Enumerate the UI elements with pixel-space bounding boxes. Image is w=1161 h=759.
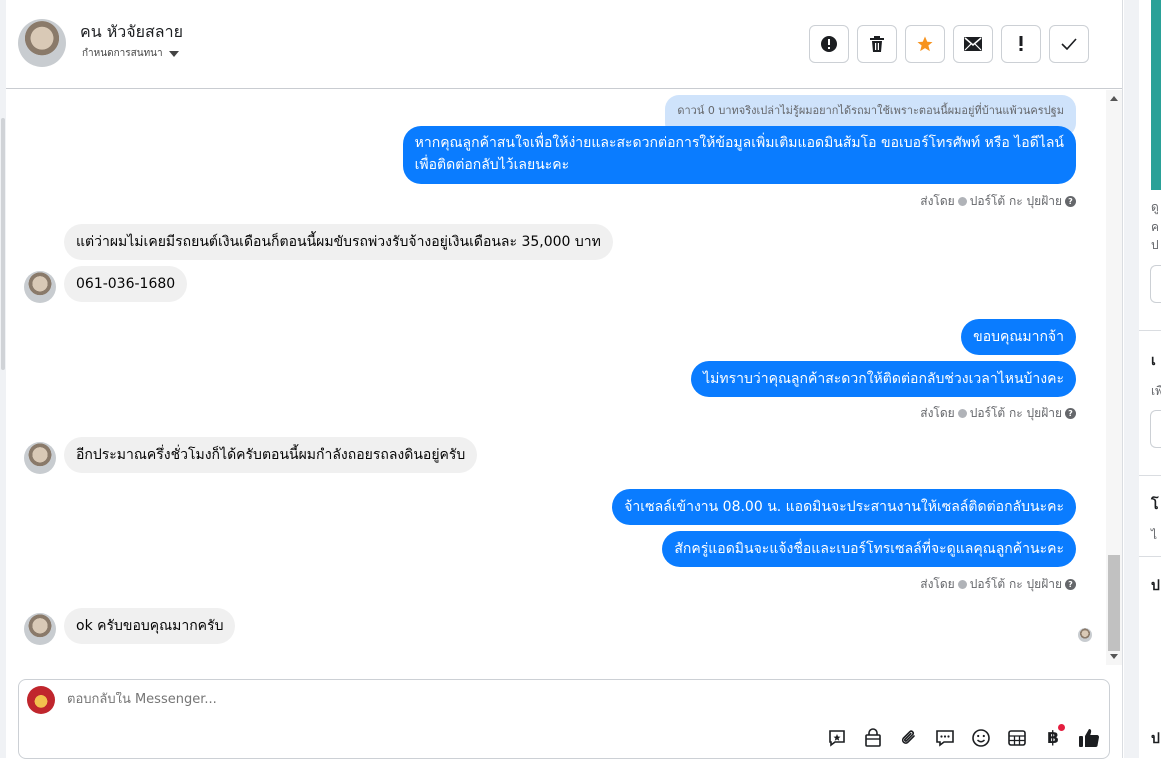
caret-down-icon: [168, 50, 179, 57]
check-circle-icon: [957, 409, 967, 418]
message-list[interactable]: ดาวน์ 0 บาทจริงเปล่าไม่รู้ผมอยากได้รถมาใ…: [6, 90, 1106, 665]
outgoing-message[interactable]: ไม่ทราบว่าคุณลูกค้าสะดวกให้ติดต่อกลับช่ว…: [691, 361, 1076, 397]
help-icon[interactable]: ?: [1065, 408, 1076, 419]
conversation-header: คน หัวจัยสลาย กำหนดการสนทนา: [6, 0, 1122, 89]
right-panel-heading: โ: [1151, 497, 1159, 513]
contact-avatar-small[interactable]: [24, 613, 56, 645]
chat-bubble-icon: [936, 730, 954, 747]
right-panel-text: ไ: [1151, 528, 1158, 542]
sender-name: ปอร์โต้ กะ ปุยฝ้าย: [969, 577, 1062, 591]
mark-spam-button[interactable]: [809, 25, 849, 63]
header-actions: [809, 25, 1089, 63]
emoji-button[interactable]: [969, 726, 993, 750]
right-panel-heading: เ: [1151, 353, 1156, 369]
envelope-icon: [964, 37, 982, 51]
contact-avatar-small[interactable]: [24, 271, 56, 303]
shopping-bag-icon: [865, 728, 881, 747]
sent-by-label: ส่งโดย: [920, 194, 955, 208]
saved-reply-button[interactable]: [825, 726, 849, 750]
sent-by-meta: ส่งโดย ปอร์โต้ กะ ปุยฝ้าย ?: [920, 575, 1076, 594]
right-panel-text: เพื: [1151, 384, 1161, 398]
incoming-message[interactable]: ok ครับขอบคุณมากครับ: [64, 608, 236, 644]
left-scroll-thumb[interactable]: [1, 118, 5, 370]
scroll-thumb[interactable]: [1108, 555, 1120, 651]
right-details-panel: ดู ค ป เ เพื โ ไ ป ป: [1122, 0, 1161, 758]
right-panel-text: ป: [1151, 238, 1159, 252]
star-icon: [917, 36, 933, 52]
message-line: หากคุณลูกค้าสนใจเพื่อให้ง่ายและสะดวกต่อก…: [414, 135, 1064, 151]
payment-button[interactable]: ฿: [1041, 724, 1065, 750]
baht-icon: ฿: [1047, 728, 1059, 748]
page-avatar: [27, 686, 55, 714]
message-composer: ฿: [18, 679, 1110, 759]
incoming-message[interactable]: แต่ว่าผมไม่เคยมีรถยนต์เงินเดือนก็ตอนนี้ผ…: [64, 224, 613, 260]
right-panel-heading: ป: [1151, 578, 1160, 594]
scroll-down-icon[interactable]: [1110, 654, 1118, 659]
right-panel-divider: [1139, 475, 1161, 476]
star-button[interactable]: [905, 25, 945, 63]
like-button[interactable]: [1077, 726, 1101, 750]
mark-done-button[interactable]: [1049, 25, 1089, 63]
outgoing-message[interactable]: ขอบคุณมากจ้า: [961, 319, 1076, 355]
delete-button[interactable]: [857, 25, 897, 63]
follow-up-button[interactable]: [1001, 25, 1041, 63]
help-icon[interactable]: ?: [1065, 196, 1076, 207]
right-panel-heading: ป: [1151, 731, 1160, 747]
outgoing-message[interactable]: สักครู่แอดมินจะแจ้งชื่อและเบอร์โทรเซลล์ท…: [662, 531, 1076, 567]
chat-template-button[interactable]: [933, 726, 957, 750]
incoming-message[interactable]: 061-036-1680: [64, 266, 188, 302]
assign-label: กำหนดการสนทนา: [82, 48, 163, 59]
contact-avatar-small[interactable]: [24, 442, 56, 474]
sent-by-meta: ส่งโดย ปอร์โต้ กะ ปุยฝ้าย ?: [920, 404, 1076, 423]
sent-by-meta: ส่งโดย ปอร์โต้ กะ ปุยฝ้าย ?: [920, 192, 1076, 211]
right-panel-text: ดู: [1151, 200, 1159, 214]
right-panel-divider: [1139, 556, 1161, 557]
checkmark-icon: [1061, 38, 1077, 50]
exclamation-icon: [1019, 36, 1023, 51]
seen-indicator-avatar: [1078, 628, 1092, 642]
exclamation-circle-icon: [821, 36, 837, 52]
chat-scrollbar[interactable]: [1106, 90, 1122, 665]
notification-dot: [1058, 724, 1065, 731]
sender-name: ปอร์โต้ กะ ปุยฝ้าย: [969, 194, 1062, 208]
sent-by-label: ส่งโดย: [920, 406, 955, 420]
check-circle-icon: [957, 580, 967, 589]
attach-button[interactable]: [897, 726, 921, 750]
outgoing-message[interactable]: หากคุณลูกค้าสนใจเพื่อให้ง่ายและสะดวกต่อก…: [402, 126, 1076, 184]
right-panel-banner: [1151, 0, 1161, 190]
help-icon[interactable]: ?: [1065, 579, 1076, 590]
trash-icon: [870, 36, 884, 52]
assign-conversation-dropdown[interactable]: กำหนดการสนทนา: [82, 46, 179, 61]
right-panel-button[interactable]: [1150, 265, 1161, 303]
check-circle-icon: [957, 197, 967, 206]
sent-by-label: ส่งโดย: [920, 577, 955, 591]
outgoing-message[interactable]: จ้าเซลล์เข้างาน 08.00 น. แอดมินจะประสานง…: [612, 489, 1076, 525]
sender-name: ปอร์โต้ กะ ปุยฝ้าย: [969, 406, 1062, 420]
emoji-icon: [972, 729, 990, 747]
contact-name[interactable]: คน หัวจัยสลาย: [80, 20, 183, 45]
incoming-message[interactable]: อีกประมาณครึ่งชั่วโมงก็ได้ครับตอนนี้ผมกำ…: [64, 437, 478, 473]
thumbs-up-icon: [1079, 729, 1100, 747]
mark-unread-button[interactable]: [953, 25, 993, 63]
right-panel-divider: [1139, 330, 1161, 331]
right-panel-button[interactable]: [1150, 410, 1161, 448]
contact-avatar[interactable]: [18, 19, 66, 67]
table-icon: [1008, 730, 1026, 746]
reply-input[interactable]: [67, 692, 767, 707]
composer-toolbar: ฿: [825, 724, 1101, 750]
saved-reply-icon: [829, 730, 845, 747]
conversation-pane: คน หัวจัยสลาย กำหนดการสนทนา ดาวน์ 0 บาทจ…: [6, 0, 1122, 759]
shop-button[interactable]: [861, 726, 885, 750]
message-line: เพื่อติดต่อกลับไว้เลยนะคะ: [414, 157, 570, 173]
scroll-up-icon[interactable]: [1110, 96, 1118, 101]
right-panel-text: ค: [1151, 220, 1160, 234]
table-button[interactable]: [1005, 726, 1029, 750]
paperclip-icon: [901, 730, 915, 744]
